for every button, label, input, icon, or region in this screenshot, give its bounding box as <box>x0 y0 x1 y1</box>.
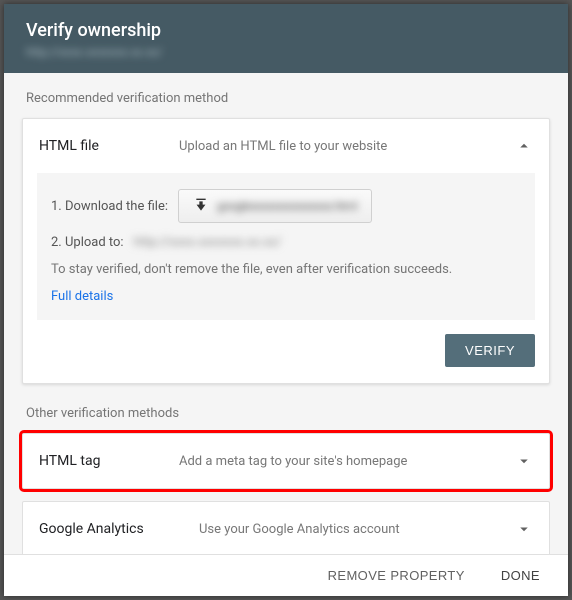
method-title: HTML file <box>39 138 179 154</box>
step1-label: 1. Download the file: <box>51 199 168 214</box>
property-url: http://xxxx.xxxxxxx.xx.xx/ <box>26 45 196 59</box>
method-card-html-file: HTML file Upload an HTML file to your we… <box>22 118 550 384</box>
method-body: 1. Download the file: googlexxxxxxxxxxxx… <box>37 173 535 320</box>
download-icon <box>193 196 209 216</box>
dialog-footer: REMOVE PROPERTY DONE <box>4 554 568 596</box>
chevron-down-icon <box>515 520 533 538</box>
method-desc: Use your Google Analytics account <box>199 522 515 537</box>
method-desc: Add a meta tag to your site's homepage <box>179 454 515 469</box>
dialog-frame: Verify ownership http://xxxx.xxxxxxx.xx.… <box>4 4 568 596</box>
method-card-google-analytics: Google Analytics Use your Google Analyti… <box>22 501 550 554</box>
chevron-down-icon <box>515 452 533 470</box>
dialog-content[interactable]: Recommended verification method HTML fil… <box>4 73 568 554</box>
verify-note: To stay verified, don't remove the file,… <box>51 262 521 277</box>
method-header-html-file[interactable]: HTML file Upload an HTML file to your we… <box>23 119 549 173</box>
method-card-html-tag: HTML tag Add a meta tag to your site's h… <box>22 433 550 489</box>
chevron-up-icon <box>515 137 533 155</box>
dialog-header: Verify ownership http://xxxx.xxxxxxx.xx.… <box>4 4 568 73</box>
step-upload: 2. Upload to: http://xxxx.xxxxxxx.xx.xx/ <box>51 235 521 250</box>
method-title: Google Analytics <box>39 521 199 537</box>
method-title: HTML tag <box>39 453 179 469</box>
recommended-section-label: Recommended verification method <box>26 91 546 106</box>
upload-target: http://xxxx.xxxxxxx.xx.xx/ <box>134 235 282 250</box>
remove-property-button[interactable]: REMOVE PROPERTY <box>322 567 471 584</box>
method-actions: VERIFY <box>23 334 549 383</box>
method-header-google-analytics[interactable]: Google Analytics Use your Google Analyti… <box>23 502 549 554</box>
verify-button[interactable]: VERIFY <box>445 334 535 367</box>
method-desc: Upload an HTML file to your website <box>179 139 515 154</box>
download-filename: googlexxxxxxxxxxxxxxx.html <box>217 199 357 213</box>
step2-label: 2. Upload to: <box>51 235 124 250</box>
done-button[interactable]: DONE <box>495 567 546 584</box>
step-download: 1. Download the file: googlexxxxxxxxxxxx… <box>51 189 521 223</box>
dialog-title: Verify ownership <box>26 20 546 41</box>
download-file-button[interactable]: googlexxxxxxxxxxxxxxx.html <box>178 189 372 223</box>
full-details-link[interactable]: Full details <box>51 289 113 304</box>
other-section-label: Other verification methods <box>26 406 546 421</box>
method-header-html-tag[interactable]: HTML tag Add a meta tag to your site's h… <box>23 434 549 488</box>
